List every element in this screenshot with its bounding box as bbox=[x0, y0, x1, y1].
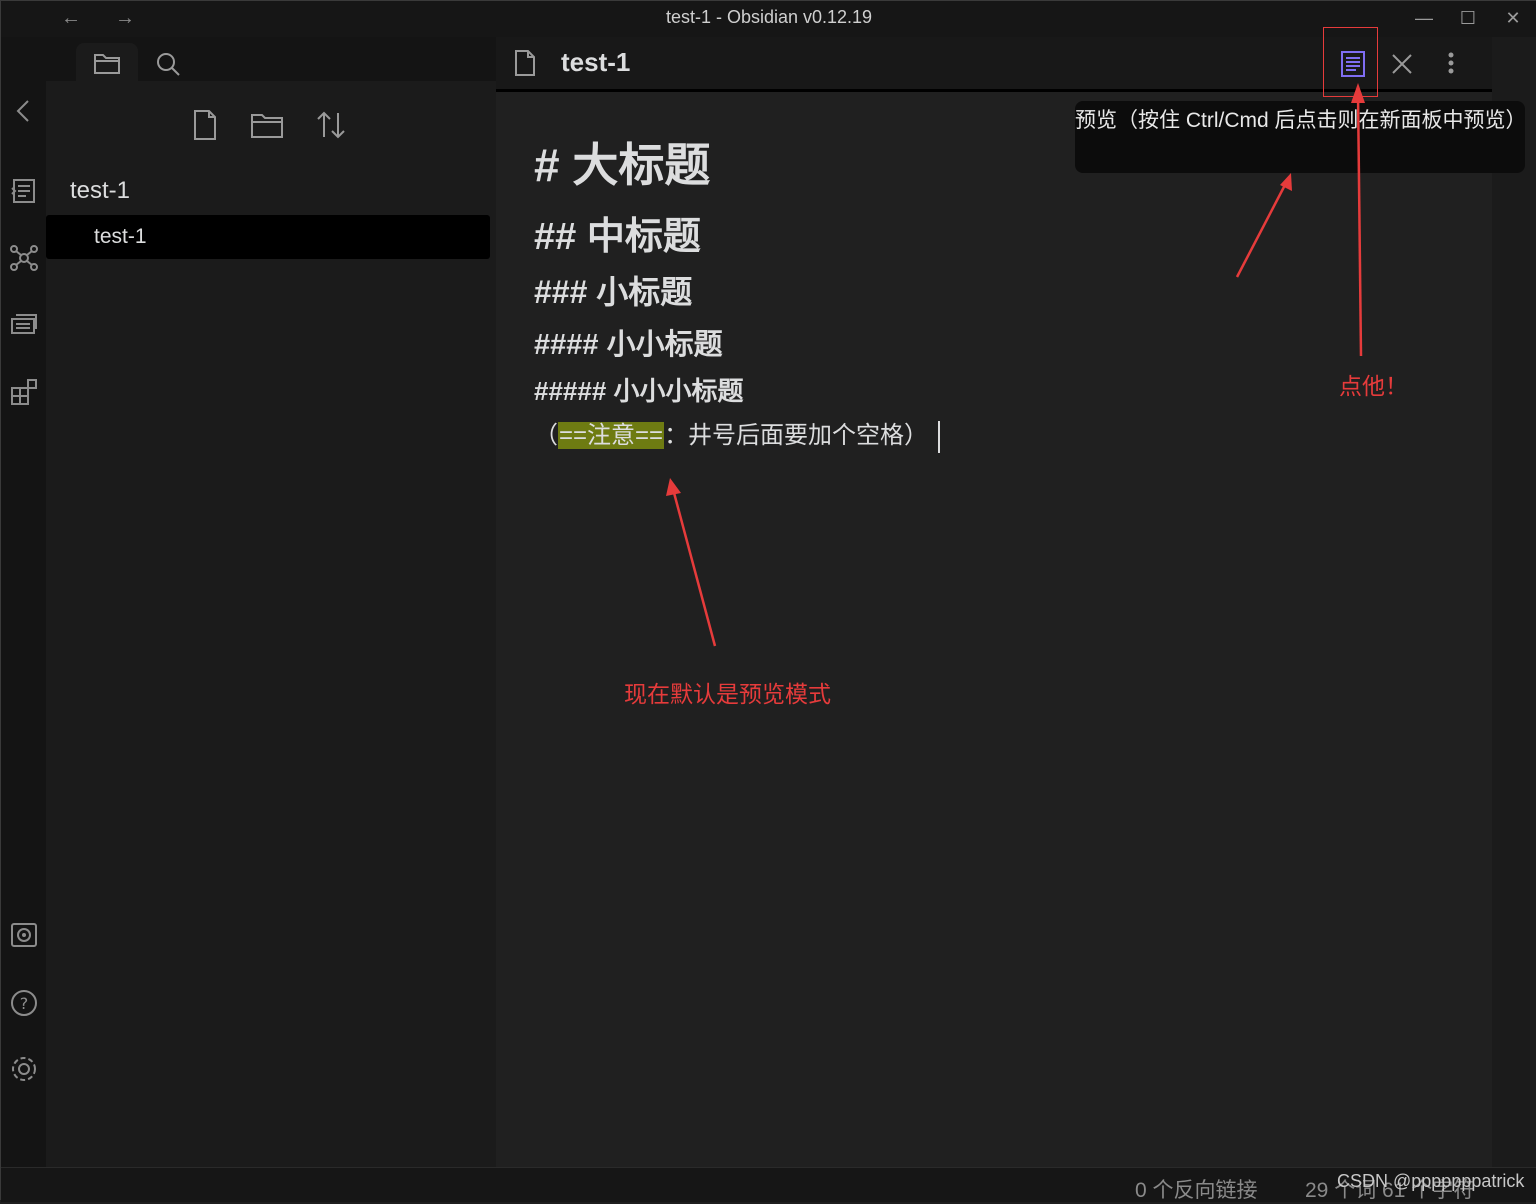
annotation-click-it: 点他！ bbox=[1339, 373, 1408, 399]
annotation-default-mode: 现在默认是预览模式 bbox=[624, 681, 831, 707]
watermark: CSDN @pppppppatrick bbox=[1337, 1171, 1525, 1191]
annotation-arrows bbox=[666, 83, 1365, 647]
app-window: ← → test-1 - Obsidian v0.12.19 — ☐ ✕ ? t… bbox=[0, 0, 1536, 1202]
status-bar: 0 个反向链接 29 个词 61 个字符 bbox=[1, 1167, 1536, 1202]
